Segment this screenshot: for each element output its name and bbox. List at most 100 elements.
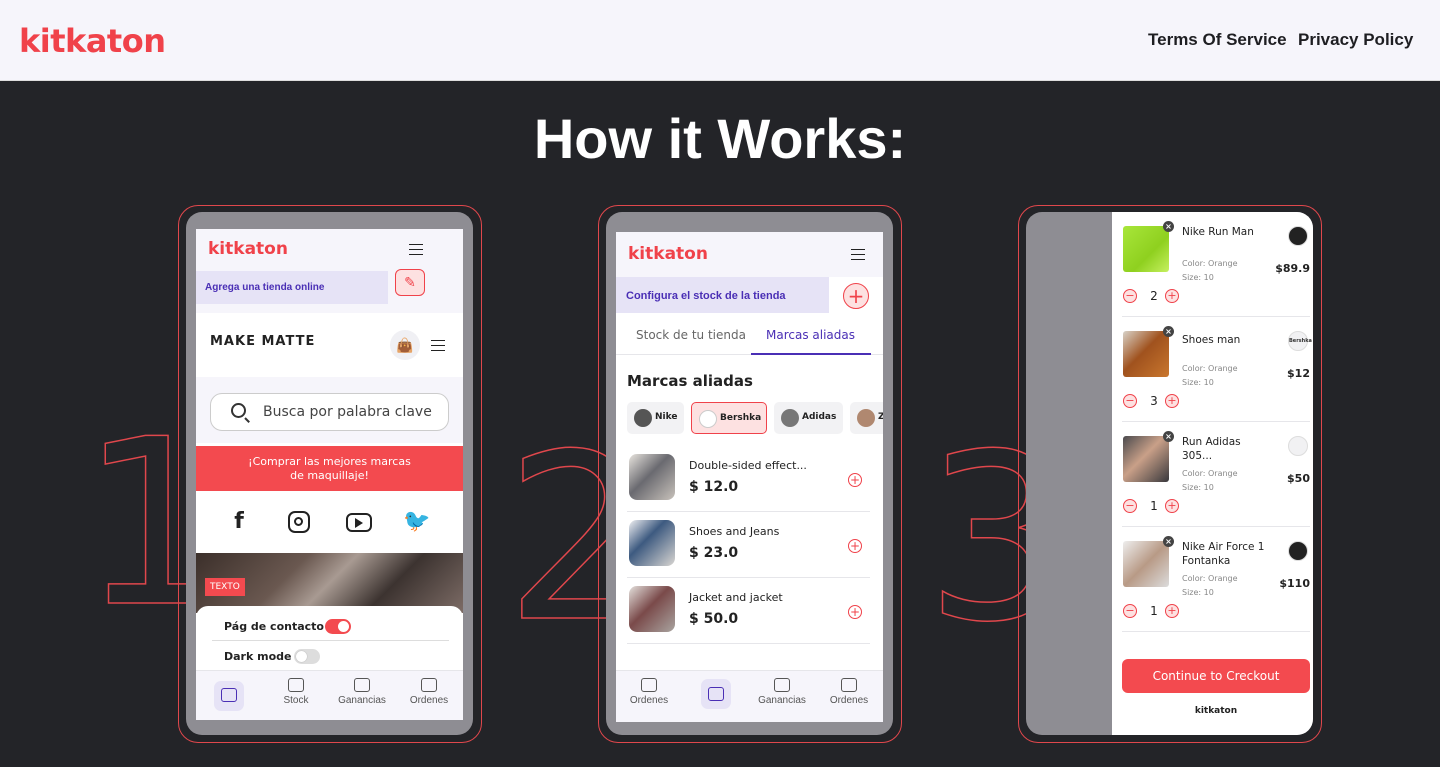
edit-icon[interactable]: ✎	[395, 269, 425, 296]
remove-icon[interactable]: ×	[1163, 536, 1174, 547]
promo-line-1: ¡Comprar las mejores marcas	[248, 455, 411, 468]
product-image	[1123, 226, 1169, 272]
remove-icon[interactable]: ×	[1163, 326, 1174, 337]
cart-item-color: Color: Orange	[1182, 259, 1238, 268]
add-product-icon[interactable]: +	[848, 473, 862, 487]
product-row[interactable]: Double-sided effect... $ 12.0 +	[627, 446, 870, 512]
tab-label: Ganancias	[758, 695, 806, 706]
phone-2-brand: kitkaton	[628, 244, 708, 264]
tab-ganancias[interactable]: Ganancias	[752, 678, 812, 706]
add-store-banner[interactable]: Agrega una tienda online	[196, 271, 388, 304]
decrease-qty-button[interactable]: −	[1123, 499, 1137, 513]
brand-logo[interactable]: kitkaton	[19, 22, 166, 60]
tab-label: Ordenes	[829, 695, 869, 706]
checkout-button[interactable]: Continue to Creckout	[1122, 659, 1310, 693]
promo-banner: ¡Comprar las mejores marcas de maquillaj…	[196, 446, 463, 491]
instagram-icon[interactable]	[288, 511, 310, 533]
tab-ordenes[interactable]: Ordenes	[399, 678, 459, 706]
tab-allied-brands[interactable]: Marcas aliadas	[766, 328, 855, 342]
menu-icon[interactable]	[851, 249, 865, 260]
tab-stock[interactable]: Stock	[266, 678, 326, 706]
phone-1-brand: kitkaton	[208, 239, 288, 259]
tab-ordenes-label: Ordenes	[409, 695, 449, 706]
search-icon	[231, 403, 246, 418]
decrease-qty-button[interactable]: −	[1123, 289, 1137, 303]
product-image	[629, 520, 675, 566]
brand-chip-label: Nike	[655, 412, 678, 422]
section-title: Marcas aliadas	[627, 372, 753, 390]
cart-item-name: Run Adidas 305...	[1182, 436, 1241, 462]
bershka-logo-icon	[699, 410, 717, 428]
brand-chip-z[interactable]: Z	[850, 402, 883, 434]
add-product-icon[interactable]: +	[848, 539, 862, 553]
brand-chip-bershka[interactable]: Bershka	[691, 402, 767, 434]
menu-icon[interactable]	[409, 244, 423, 255]
increase-qty-button[interactable]: +	[1165, 499, 1179, 513]
brand-chip-label: Bershka	[720, 413, 762, 423]
increase-qty-button[interactable]: +	[1165, 394, 1179, 408]
cart-item-color: Color: Orange	[1182, 469, 1238, 478]
cart-item-price: $89.9	[1275, 262, 1310, 275]
product-row[interactable]: Jacket and jacket $ 50.0 +	[627, 578, 870, 644]
cart-screen: × Nike Run Man Color: Orange Size: 10 $8…	[1112, 212, 1313, 735]
qty-value: 3	[1150, 394, 1158, 408]
bershka-logo-icon: Bershka	[1288, 331, 1312, 351]
phone-1-screen: kitkaton Agrega una tienda online ✎ MAKE…	[196, 229, 463, 720]
store-menu-icon[interactable]	[431, 340, 445, 351]
social-icons: f 🐦	[196, 491, 463, 553]
decrease-qty-button[interactable]: −	[1123, 604, 1137, 618]
brand-logo-icon	[857, 409, 875, 427]
tab-store[interactable]	[199, 688, 259, 705]
twitter-icon[interactable]: 🐦	[402, 509, 432, 534]
store-name: MAKE MATTE	[210, 334, 316, 349]
cart-item-color: Color: Orange	[1182, 574, 1238, 583]
tab-label: Ordenes	[629, 695, 669, 706]
add-product-icon[interactable]: +	[848, 605, 862, 619]
stock-config-banner[interactable]: Configura el stock de la tienda	[616, 277, 829, 313]
remove-icon[interactable]: ×	[1163, 431, 1174, 442]
product-image	[1123, 436, 1169, 482]
terms-link[interactable]: Terms Of Service	[1148, 30, 1287, 50]
increase-qty-button[interactable]: +	[1165, 289, 1179, 303]
search-area: Busca por palabra clave	[196, 377, 463, 443]
youtube-icon[interactable]	[346, 513, 372, 532]
tab-stock[interactable]	[686, 687, 746, 704]
shopping-bag-icon[interactable]: 👜	[390, 330, 420, 360]
privacy-link[interactable]: Privacy Policy	[1298, 30, 1413, 50]
brand-chip-label: Z	[878, 412, 883, 422]
facebook-icon[interactable]: f	[224, 509, 254, 534]
dark-mode-toggle[interactable]	[294, 649, 320, 664]
tab-ordenes-2[interactable]: Ordenes	[819, 678, 879, 706]
tab-store-stock[interactable]: Stock de tu tienda	[636, 328, 746, 342]
phone-2-screen: kitkaton Configura el stock de la tienda…	[616, 232, 883, 722]
increase-qty-button[interactable]: +	[1165, 604, 1179, 618]
add-icon[interactable]: +	[843, 283, 869, 309]
tab-ganancias[interactable]: Ganancias	[332, 678, 392, 706]
decrease-qty-button[interactable]: −	[1123, 394, 1137, 408]
brand-chip-nike[interactable]: Nike	[627, 402, 684, 434]
top-nav: kitkaton Terms Of Service Privacy Policy	[0, 0, 1440, 81]
phone-2-tab-bar: Ordenes Ganancias Ordenes	[616, 670, 883, 722]
remove-icon[interactable]: ×	[1163, 221, 1174, 232]
product-row[interactable]: Shoes and Jeans $ 23.0 +	[627, 512, 870, 578]
tab-stock-label: Stock	[283, 695, 309, 706]
contact-page-toggle[interactable]	[325, 619, 351, 634]
cart-item-price: $110	[1279, 577, 1310, 590]
cart-item-size: Size: 10	[1182, 273, 1214, 282]
store-icon	[221, 688, 237, 702]
money-icon	[774, 678, 790, 692]
product-image	[629, 454, 675, 500]
bag-icon	[288, 678, 304, 692]
footer-brand: kitkaton	[1194, 706, 1238, 716]
phone-mockup-1: kitkaton Agrega una tienda online ✎ MAKE…	[186, 212, 473, 735]
brand-chip-adidas[interactable]: Adidas	[774, 402, 843, 434]
adidas-logo-icon	[1288, 436, 1308, 456]
text-badge[interactable]: TEXTO	[205, 578, 245, 596]
product-price: $ 50.0	[689, 611, 739, 627]
cart-item-name: Nike Air Force 1 Fontanka	[1182, 541, 1265, 567]
active-tab-underline	[751, 353, 871, 355]
tab-ordenes[interactable]: Ordenes	[619, 678, 679, 706]
cart-item-name: Shoes man	[1182, 334, 1241, 346]
step-2-frame: kitkaton Configura el stock de la tienda…	[598, 205, 902, 743]
search-input[interactable]: Busca por palabra clave	[210, 393, 449, 431]
